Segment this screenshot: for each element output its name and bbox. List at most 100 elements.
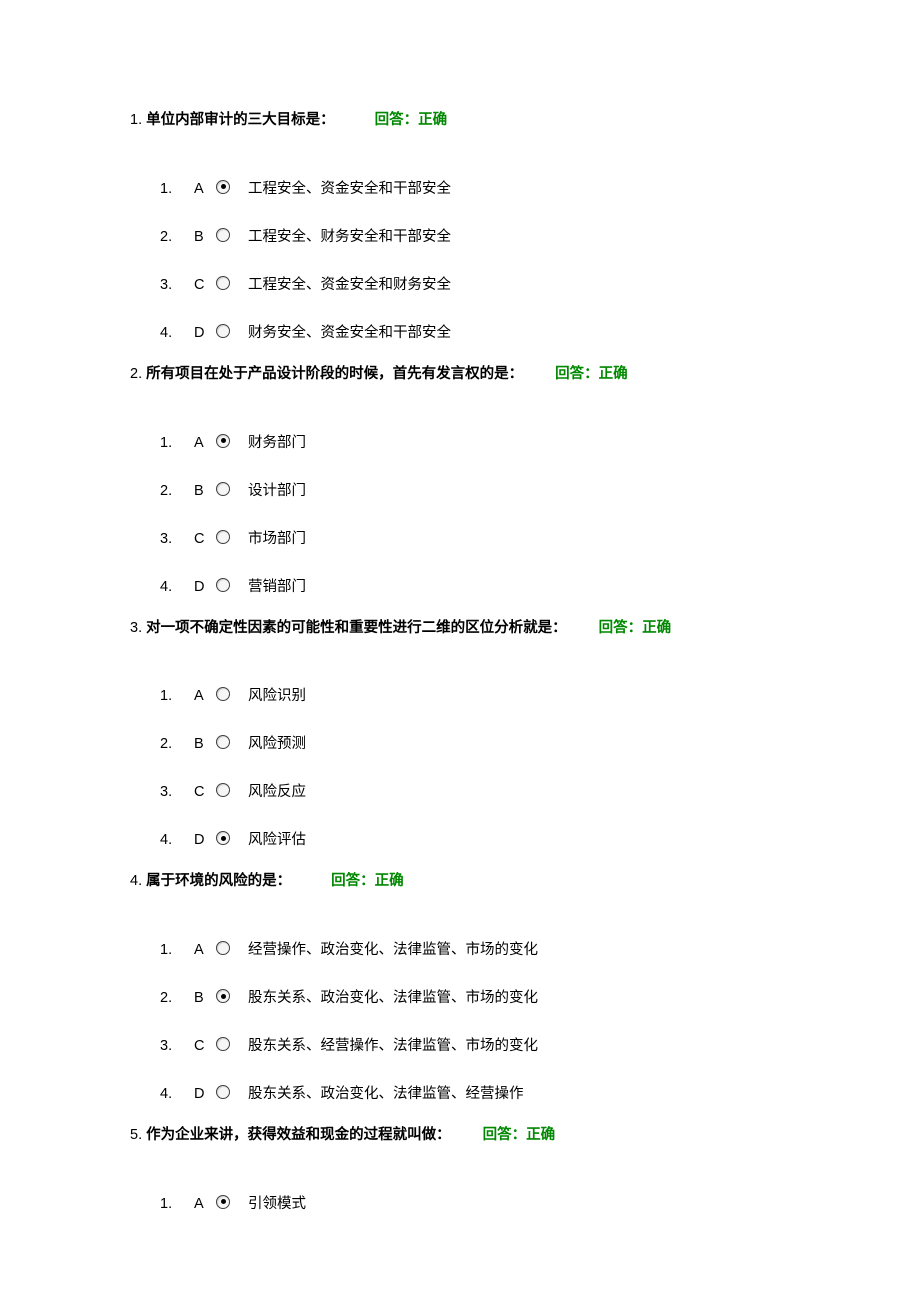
option-text: 引领模式 (248, 1194, 306, 1216)
option-letter: A (194, 179, 216, 201)
radio-button[interactable] (216, 482, 230, 496)
option-index: 1. (160, 179, 194, 201)
question-header: 5. 作为企业来讲，获得效益和现金的过程就叫做： 回答：正确 (130, 1125, 790, 1147)
question: 4. 属于环境的风险的是：回答：正确1.A经营操作、政治变化、法律监管、市场的变… (130, 871, 790, 1119)
option-index: 4. (160, 830, 194, 852)
answer-value: 正确 (642, 620, 671, 636)
option-row: 2.B 工程安全、财务安全和干部安全 (160, 214, 790, 262)
radio-button[interactable] (216, 1195, 230, 1209)
option-letter: A (194, 686, 216, 708)
option-letter: C (194, 275, 216, 297)
option-row: 4.D财务安全、资金安全和干部安全 (160, 310, 790, 358)
option-text: 财务安全、资金安全和干部安全 (248, 323, 451, 345)
answer-label: 回答： (555, 366, 599, 382)
option-index: 3. (160, 275, 194, 297)
option-row: 3.C工程安全、资金安全和财务安全 (160, 262, 790, 310)
option-text: 工程安全、财务安全和干部安全 (248, 227, 451, 249)
question-text: 作为企业来讲，获得效益和现金的过程就叫做： (146, 1127, 451, 1143)
option-text: 股东关系、政治变化、法律监管、市场的变化 (248, 988, 538, 1010)
option-row: 2.B风险预测 (160, 721, 790, 769)
radio-button[interactable] (216, 735, 230, 749)
radio-button[interactable] (216, 324, 230, 338)
option-letter: D (194, 1084, 216, 1106)
option-index: 3. (160, 1036, 194, 1058)
radio-button[interactable] (216, 180, 230, 194)
radio-button[interactable] (216, 831, 230, 845)
option-index: 3. (160, 529, 194, 551)
answer-label: 回答： (375, 112, 419, 128)
option-text: 财务部门 (248, 433, 306, 455)
option-letter: C (194, 1036, 216, 1058)
radio-button[interactable] (216, 434, 230, 448)
option-row: 1.A经营操作、政治变化、法律监管、市场的变化 (160, 927, 790, 975)
question-text: 属于环境的风险的是： (146, 873, 291, 889)
question-text: 单位内部审计的三大目标是： (146, 112, 335, 128)
option-index: 1. (160, 686, 194, 708)
radio-button[interactable] (216, 783, 230, 797)
question: 1. 单位内部审计的三大目标是：回答：正确1.A工程安全、资金安全和干部安全2.… (130, 110, 790, 358)
option-letter: C (194, 782, 216, 804)
radio-button[interactable] (216, 578, 230, 592)
option-letter: B (194, 227, 216, 249)
question-text: 所有项目在处于产品设计阶段的时候，首先有发言权的是： (146, 366, 523, 382)
option-letter: B (194, 734, 216, 756)
answer-label: 回答： (331, 873, 375, 889)
option-text: 市场部门 (248, 529, 306, 551)
option-index: 1. (160, 1194, 194, 1216)
radio-button[interactable] (216, 228, 230, 242)
option-row: 2.B设计部门 (160, 468, 790, 516)
question-number: 4. (130, 873, 142, 889)
option-text: 营销部门 (248, 577, 306, 599)
question-header: 2. 所有项目在处于产品设计阶段的时候，首先有发言权的是： 回答：正确 (130, 364, 790, 386)
option-letter: B (194, 481, 216, 503)
radio-button[interactable] (216, 687, 230, 701)
option-index: 2. (160, 227, 194, 249)
option-index: 1. (160, 433, 194, 455)
options-list: 1.A 引领模式 (160, 1181, 790, 1229)
radio-button[interactable] (216, 941, 230, 955)
option-text: 经营操作、政治变化、法律监管、市场的变化 (248, 940, 538, 962)
option-row: 1.A 工程安全、资金安全和干部安全 (160, 166, 790, 214)
option-index: 4. (160, 577, 194, 599)
question-number: 2. (130, 366, 142, 382)
option-row: 4.D 风险评估 (160, 817, 790, 865)
option-row: 4.D 营销部门 (160, 564, 790, 612)
option-index: 4. (160, 1084, 194, 1106)
option-letter: C (194, 529, 216, 551)
answer-value: 正确 (526, 1127, 555, 1143)
option-text: 风险识别 (248, 686, 306, 708)
radio-button[interactable] (216, 1037, 230, 1051)
option-row: 1.A 财务部门 (160, 420, 790, 468)
quiz-page: 1. 单位内部审计的三大目标是：回答：正确1.A工程安全、资金安全和干部安全2.… (0, 0, 920, 1302)
options-list: 1.A经营操作、政治变化、法律监管、市场的变化2.B股东关系、政治变化、法律监管… (160, 927, 790, 1119)
option-text: 工程安全、资金安全和干部安全 (248, 179, 451, 201)
option-letter: A (194, 433, 216, 455)
option-text: 股东关系、经营操作、法律监管、市场的变化 (248, 1036, 538, 1058)
radio-button[interactable] (216, 530, 230, 544)
option-text: 风险评估 (248, 830, 306, 852)
answer-value: 正确 (599, 366, 628, 382)
question-number: 1. (130, 112, 142, 128)
option-row: 3.C 股东关系、经营操作、法律监管、市场的变化 (160, 1023, 790, 1071)
answer-label: 回答： (483, 1127, 527, 1143)
question-text: 对一项不确定性因素的可能性和重要性进行二维的区位分析就是： (146, 620, 567, 636)
option-row: 1.A 风险识别 (160, 673, 790, 721)
answer-value: 正确 (418, 112, 447, 128)
option-letter: D (194, 577, 216, 599)
answer-label: 回答： (599, 620, 643, 636)
question-header: 3. 对一项不确定性因素的可能性和重要性进行二维的区位分析就是：回答：正确 (130, 618, 790, 640)
radio-button[interactable] (216, 1085, 230, 1099)
question-number: 5. (130, 1127, 142, 1143)
option-row: 3.C 市场部门 (160, 516, 790, 564)
option-index: 1. (160, 940, 194, 962)
radio-button[interactable] (216, 989, 230, 1003)
options-list: 1.A风险识别2.B风险预测3.C风险反应4.D风险评估 (160, 673, 790, 865)
option-letter: D (194, 830, 216, 852)
option-row: 1.A 引领模式 (160, 1181, 790, 1229)
option-text: 设计部门 (248, 481, 306, 503)
question: 5. 作为企业来讲，获得效益和现金的过程就叫做： 回答：正确 1.A 引领模式 (130, 1125, 790, 1229)
radio-button[interactable] (216, 276, 230, 290)
question-header: 4. 属于环境的风险的是：回答：正确 (130, 871, 790, 893)
option-row: 4.D股东关系、政治变化、法律监管、经营操作 (160, 1071, 790, 1119)
option-letter: A (194, 1194, 216, 1216)
